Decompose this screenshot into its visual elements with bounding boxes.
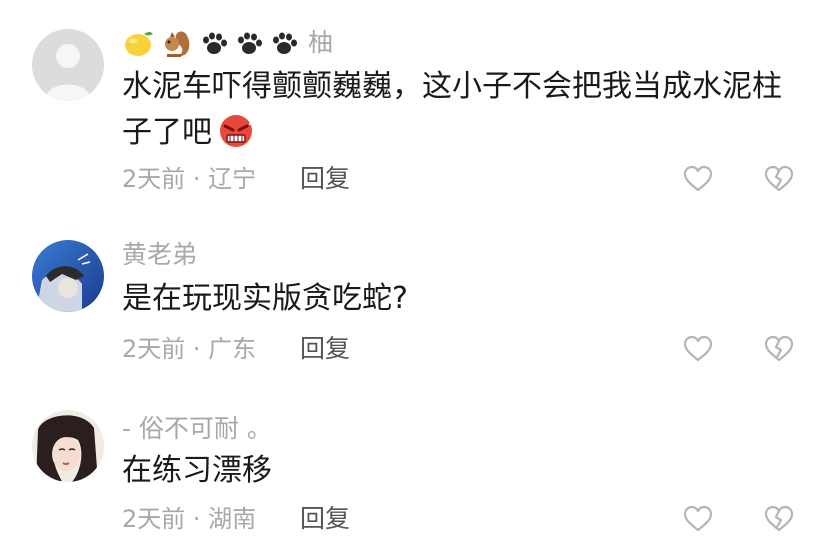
reply-button[interactable]: 回复 <box>300 334 350 364</box>
comment-item: 黄老弟 是在玩现实版贪吃蛇? 2天前 · 广东 回复 <box>0 200 828 380</box>
comment-meta: 2天前 · 湖南 <box>122 505 257 533</box>
commenter-name[interactable]: 柚 <box>122 28 333 60</box>
comment-meta: 2天前 · 辽宁 <box>122 165 257 193</box>
avatar[interactable] <box>32 240 104 312</box>
user-photo-icon <box>32 410 104 482</box>
comment-item: - 俗不可耐 。 在练习漂移 2天前 · 湖南 回复 <box>0 380 828 558</box>
avatar[interactable] <box>32 29 104 101</box>
like-heart-icon[interactable] <box>683 505 713 533</box>
lemon-icon <box>125 32 153 56</box>
angry-face-icon <box>220 113 255 147</box>
paw-icon <box>203 32 227 54</box>
paw-icon <box>238 32 262 54</box>
like-heart-icon[interactable] <box>683 165 713 193</box>
comment-text: 是在玩现实版贪吃蛇? <box>122 281 408 316</box>
commenter-name[interactable]: - 俗不可耐 。 <box>122 414 272 444</box>
commenter-name[interactable]: 黄老弟 <box>122 240 197 270</box>
comment-text-line: 水泥车吓得颤颤巍巍，这小子不会把我当成水泥柱 <box>122 69 782 104</box>
comment-item: 柚 水泥车吓得颤颤巍巍，这小子不会把我当成水泥柱 子了吧 2天前 · 辽宁 回复 <box>0 0 828 200</box>
reply-button[interactable]: 回复 <box>300 164 350 194</box>
commenter-name-text: 柚 <box>308 28 334 57</box>
comment-text: 在练习漂移 <box>122 453 272 488</box>
name-badges <box>125 31 297 57</box>
squirrel-icon <box>165 31 190 57</box>
comment-meta: 2天前 · 广东 <box>122 335 257 363</box>
comment-text-line: 子了吧 <box>122 110 802 156</box>
avatar[interactable] <box>32 410 104 482</box>
paw-icon <box>273 32 297 54</box>
dislike-broken-heart-icon[interactable] <box>764 165 794 193</box>
like-heart-icon[interactable] <box>683 335 713 363</box>
default-user-icon <box>32 29 104 101</box>
comment-text: 水泥车吓得颤颤巍巍，这小子不会把我当成水泥柱 子了吧 <box>122 64 802 156</box>
dislike-broken-heart-icon[interactable] <box>764 335 794 363</box>
dislike-broken-heart-icon[interactable] <box>764 505 794 533</box>
comment-text-part: 子了吧 <box>122 115 212 150</box>
user-photo-icon <box>32 240 104 312</box>
reply-button[interactable]: 回复 <box>300 504 350 534</box>
